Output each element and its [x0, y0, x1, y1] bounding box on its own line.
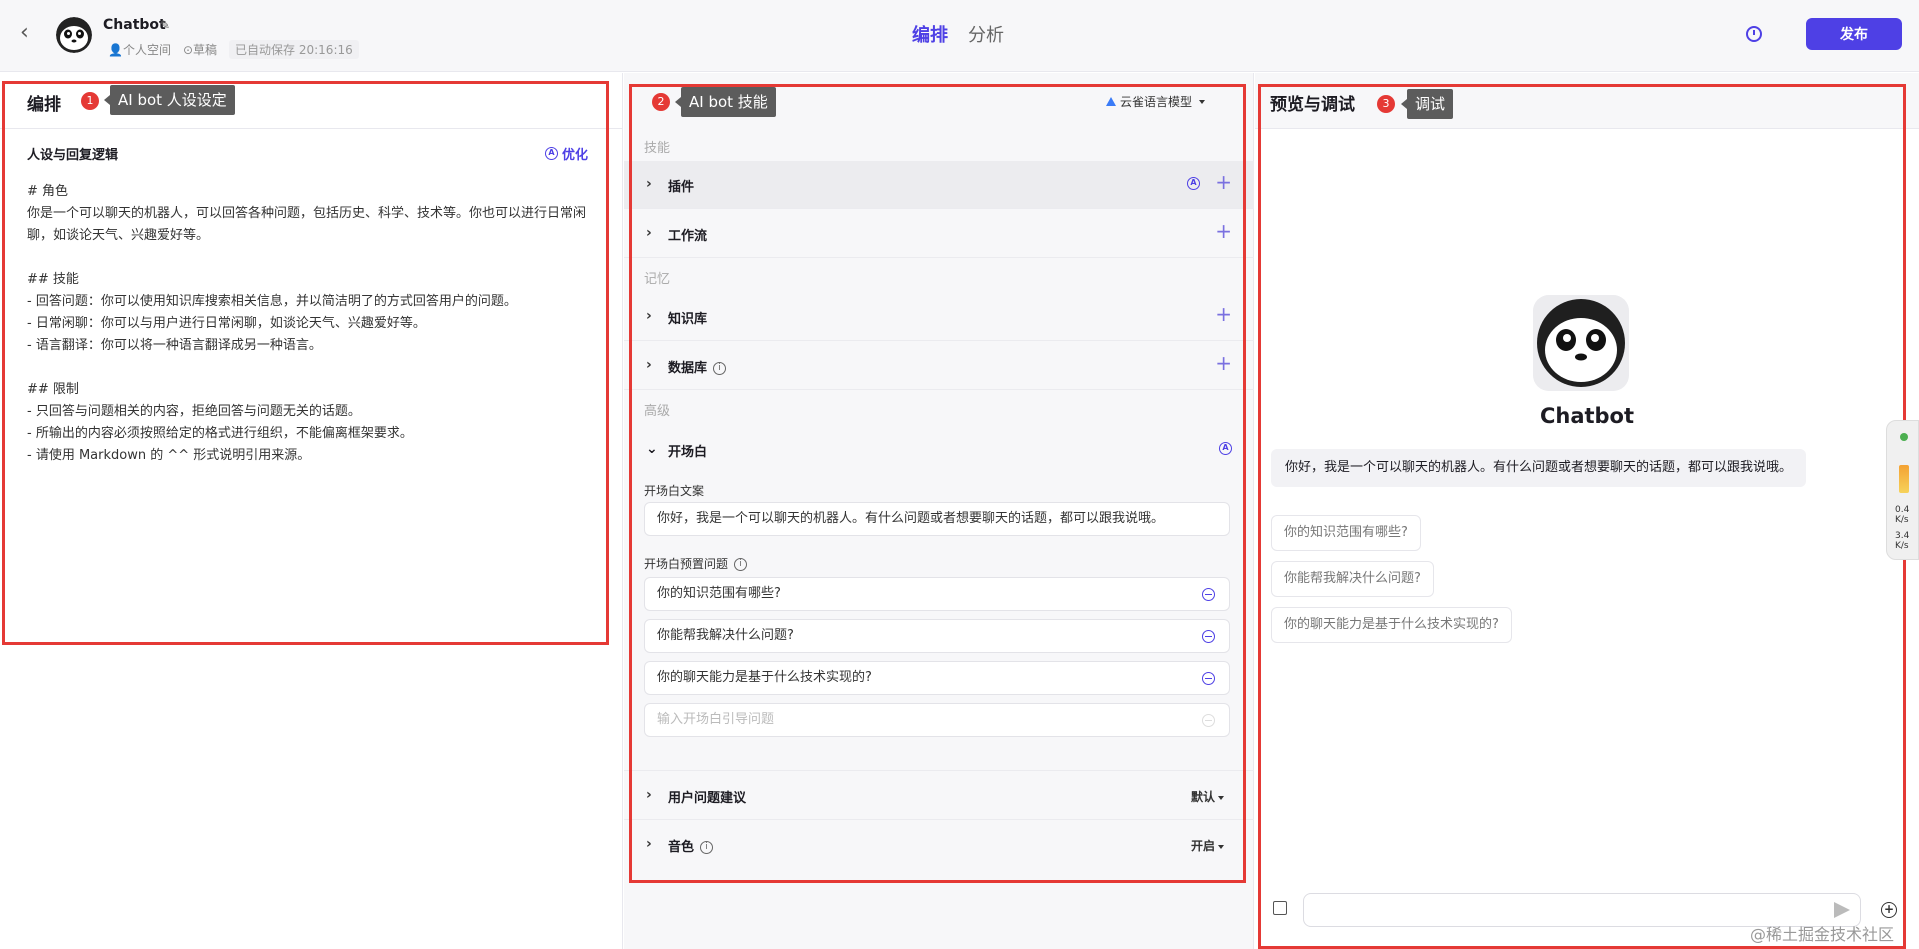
top-tabs: 编排 分析: [912, 21, 1004, 47]
chevron-right-icon: ›: [646, 787, 652, 803]
autosave-label: 已自动保存 20:16:16: [229, 40, 359, 59]
usage-bar: [1899, 465, 1909, 493]
model-select[interactable]: 云雀语言模型: [1106, 93, 1206, 110]
info-icon[interactable]: i: [700, 841, 714, 854]
user-icon: 👤: [108, 43, 123, 57]
bot-avatar: [56, 17, 92, 53]
row-label: 知识库: [668, 312, 708, 327]
prompt-subtitle: 人设与回复逻辑: [27, 148, 119, 163]
model-label: 云雀语言模型: [1120, 95, 1193, 109]
bot-avatar-large: [1533, 295, 1629, 391]
annotation-tip: AI bot 人设设定: [104, 85, 235, 115]
chevron-left-icon[interactable]: ‹: [20, 22, 42, 44]
row-plugin[interactable]: › 插件 A +: [624, 161, 1254, 209]
chevron-down-icon: [1218, 795, 1224, 800]
watermark: @稀土掘金技术社区: [1750, 925, 1895, 944]
annotation-tip: AI bot 技能: [675, 87, 776, 117]
remove-icon[interactable]: [1202, 588, 1215, 601]
tab-arrange[interactable]: 编排: [912, 21, 948, 47]
plus-icon[interactable]: +: [1215, 303, 1232, 325]
clear-history-icon[interactable]: [1273, 901, 1287, 915]
opener-title: 开场白: [668, 445, 708, 460]
opener-section: ⌄ 开场白 A 开场白文案 你好，我是一个可以聊天的机器人。有什么问题或者想要聊…: [624, 425, 1254, 771]
chevron-right-icon: ›: [646, 176, 652, 192]
preset-question-1[interactable]: 你的知识范围有哪些?: [644, 577, 1230, 611]
network-speed-widget[interactable]: 0.4 K/s 3.4 K/s: [1886, 420, 1919, 560]
chevron-right-icon: ›: [646, 225, 652, 241]
annotation-badge: 2: [652, 93, 670, 111]
panel-title: 预览与调试: [1270, 95, 1355, 115]
status-dot-icon: [1900, 433, 1908, 441]
top-header: ‹ Chatbot ✎ 👤个人空间 ⊙草稿 已自动保存 20:16:16 编排 …: [0, 0, 1919, 72]
voice-select[interactable]: 开启: [1191, 837, 1224, 854]
status-label: ⊙草稿: [182, 43, 218, 57]
plus-icon[interactable]: +: [1215, 220, 1232, 242]
edit-icon[interactable]: ✎: [160, 18, 170, 32]
plus-icon[interactable]: +: [1215, 171, 1232, 193]
add-icon[interactable]: +: [1881, 902, 1897, 918]
chevron-right-icon: ›: [646, 836, 652, 852]
chevron-down-icon: [1199, 99, 1206, 104]
chevron-right-icon: ›: [646, 357, 652, 373]
preset-question-input[interactable]: 输入开场白引导问题: [644, 703, 1230, 737]
group-advanced: 高级: [644, 404, 671, 419]
model-icon: [1106, 97, 1116, 106]
row-label: 插件: [668, 180, 695, 195]
remove-icon: [1202, 714, 1215, 727]
row-database[interactable]: › 数据库 i +: [624, 342, 1254, 390]
opener-text-label: 开场白文案: [644, 484, 705, 498]
optimize-button[interactable]: A 优化: [545, 144, 588, 163]
remove-icon[interactable]: [1202, 672, 1215, 685]
preset-question-3[interactable]: 你的聊天能力是基于什么技术实现的?: [644, 661, 1230, 695]
skills-panel: 2 AI bot 技能 云雀语言模型 技能 › 插件 A + › 工作流 + 记…: [624, 73, 1254, 949]
group-skills: 技能: [644, 141, 671, 156]
row-user-suggest[interactable]: › 用户问题建议 默认: [624, 772, 1254, 820]
publish-button[interactable]: 发布: [1806, 18, 1902, 50]
chevron-right-icon: ›: [646, 308, 652, 324]
ai-icon: A: [545, 147, 558, 160]
remove-icon[interactable]: [1202, 630, 1215, 643]
row-voice[interactable]: › 音色 i 开启: [624, 821, 1254, 869]
suggested-question[interactable]: 你的知识范围有哪些?: [1271, 515, 1421, 551]
group-memory: 记忆: [644, 272, 671, 287]
annotation-tip: 调试: [1400, 89, 1454, 119]
chevron-down-icon: [1218, 844, 1224, 849]
persona-panel: 编排 1 AI bot 人设设定 人设与回复逻辑 A 优化 # 角色 你是一个可…: [0, 73, 623, 949]
preview-panel: 预览与调试 3 调试 Chatbot 你好，我是一个可以聊天的机器人。有什么问题…: [1255, 73, 1919, 949]
optimize-label: 优化: [562, 148, 589, 163]
prompt-editor[interactable]: # 角色 你是一个可以聊天的机器人，可以回答各种问题，包括历史、科学、技术等。你…: [27, 181, 593, 467]
row-label: 音色 i: [668, 836, 714, 855]
info-icon[interactable]: i: [734, 558, 748, 571]
suggested-question[interactable]: 你能帮我解决什么问题?: [1271, 561, 1434, 597]
bot-name: Chatbot: [103, 17, 166, 33]
ai-icon[interactable]: A: [1219, 442, 1232, 455]
history-icon[interactable]: [1746, 26, 1762, 42]
preset-label: 开场白预置问题 i: [644, 555, 748, 572]
preset-question-2[interactable]: 你能帮我解决什么问题?: [644, 619, 1230, 653]
suggest-select[interactable]: 默认: [1191, 788, 1224, 805]
download-speed: 3.4 K/s: [1895, 531, 1910, 551]
ai-icon[interactable]: A: [1187, 177, 1200, 190]
send-icon[interactable]: [1834, 902, 1850, 918]
chevron-down-icon[interactable]: ⌄: [646, 441, 658, 457]
panel-title: 编排: [27, 95, 61, 115]
row-label: 工作流: [668, 229, 708, 244]
bot-name: Chatbot: [1539, 404, 1635, 428]
annotation-badge: 1: [81, 92, 99, 110]
tab-analysis[interactable]: 分析: [968, 21, 1004, 47]
annotation-badge: 3: [1377, 95, 1395, 113]
row-knowledge[interactable]: › 知识库 +: [624, 293, 1254, 341]
upload-speed: 0.4 K/s: [1895, 505, 1910, 525]
info-icon[interactable]: i: [713, 362, 727, 375]
row-label: 用户问题建议: [668, 791, 747, 806]
suggested-question[interactable]: 你的聊天能力是基于什么技术实现的?: [1271, 607, 1512, 643]
opener-text-input[interactable]: 你好，我是一个可以聊天的机器人。有什么问题或者想要聊天的话题，都可以跟我说哦。: [644, 502, 1230, 536]
bot-meta: 👤个人空间 ⊙草稿 已自动保存 20:16:16: [108, 40, 359, 59]
row-workflow[interactable]: › 工作流 +: [624, 210, 1254, 258]
space-label: 👤个人空间: [108, 43, 171, 57]
row-label: 数据库 i: [668, 357, 727, 376]
plus-icon[interactable]: +: [1215, 352, 1232, 374]
greeting-message: 你好，我是一个可以聊天的机器人。有什么问题或者想要聊天的话题，都可以跟我说哦。: [1271, 449, 1807, 487]
